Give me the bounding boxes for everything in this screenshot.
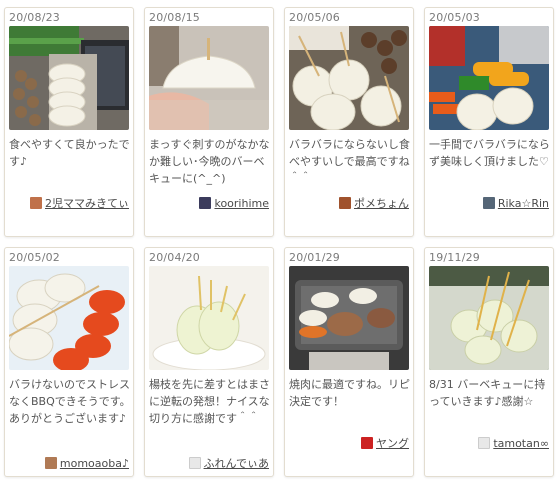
report-comment: まっすぐ刺すのがなかなか難しい･今晩のバーベキューに(^_^) bbox=[149, 138, 270, 185]
user-avatar[interactable] bbox=[361, 437, 373, 449]
report-photo[interactable] bbox=[9, 26, 129, 130]
user-avatar[interactable] bbox=[199, 197, 212, 209]
report-comment: 食べやすくて良かったです♪ bbox=[9, 138, 130, 168]
report-date: 20/05/02 bbox=[9, 251, 61, 264]
report-photo[interactable] bbox=[289, 26, 409, 130]
report-card[interactable]: 20/04/20 楊枝を先に差すとはまさに逆転の発想！ナイスな切り方に感謝です＾… bbox=[144, 247, 274, 477]
report-comment: 焼肉に最適ですね。リピ決定です！ bbox=[289, 378, 410, 408]
report-photo[interactable] bbox=[149, 26, 269, 130]
report-card[interactable]: 20/05/03 一手間でバラバラにならず美味しく頂けました♡ Rika☆Rin bbox=[424, 7, 554, 237]
report-author[interactable]: ふれんでぃあ bbox=[188, 455, 269, 471]
report-author[interactable]: 2児ママみきてぃ bbox=[30, 196, 129, 210]
report-comment: バラけないのでストレスなくBBQできそうです。ありがとうございます♪ bbox=[9, 378, 131, 425]
report-author[interactable]: tamotan∞ bbox=[478, 436, 549, 450]
user-avatar[interactable] bbox=[482, 197, 495, 209]
report-comment: 楊枝を先に差すとはまさに逆転の発想！ナイスな切り方に感謝です＾＾ bbox=[149, 378, 270, 425]
report-photo[interactable] bbox=[149, 266, 269, 370]
report-author[interactable]: Rika☆Rin bbox=[482, 196, 549, 210]
report-card[interactable]: 20/05/02 バラけないのでストレスなくBBQできそうです。ありがとうござい… bbox=[4, 247, 134, 477]
report-card[interactable]: 20/01/29 焼肉に最適ですね。リピ決定です！ ヤング bbox=[284, 247, 414, 477]
user-name-link[interactable]: momoaoba♪ bbox=[60, 457, 129, 470]
report-photo[interactable] bbox=[429, 26, 549, 130]
report-author[interactable]: ポメちょん bbox=[339, 196, 409, 210]
user-name-link[interactable]: Rika☆Rin bbox=[498, 197, 549, 210]
report-photo[interactable] bbox=[429, 266, 549, 370]
report-author[interactable]: momoaoba♪ bbox=[44, 456, 129, 470]
report-card[interactable]: 20/08/23 食べやすくて良かったです♪ 2児ママみきてぃ bbox=[4, 7, 134, 237]
report-date: 20/05/03 bbox=[429, 11, 481, 24]
report-date: 20/08/15 bbox=[149, 11, 201, 24]
user-name-link[interactable]: koorihime bbox=[214, 197, 269, 210]
report-author[interactable]: ヤング bbox=[361, 436, 409, 450]
report-photo[interactable] bbox=[289, 266, 409, 370]
report-card[interactable]: 19/11/29 8/31 バーベキューに持っていきます♪感謝☆ tamotan… bbox=[424, 247, 554, 477]
user-avatar[interactable] bbox=[188, 457, 201, 469]
user-name-link[interactable]: 2児ママみきてぃ bbox=[45, 195, 129, 211]
report-comment: バラバラにならないし食べやすいしで最高ですね＾＾ bbox=[289, 138, 410, 185]
user-name-link[interactable]: ふれんでぃあ bbox=[204, 455, 269, 471]
report-date: 20/05/06 bbox=[289, 11, 341, 24]
user-name-link[interactable]: tamotan∞ bbox=[493, 437, 549, 450]
report-date: 20/08/23 bbox=[9, 11, 61, 24]
report-comment: 8/31 バーベキューに持っていきます♪感謝☆ bbox=[429, 378, 546, 408]
report-date: 20/04/20 bbox=[149, 251, 201, 264]
user-name-link[interactable]: ポメちょん bbox=[354, 195, 409, 211]
user-avatar[interactable] bbox=[44, 457, 57, 469]
report-photo[interactable] bbox=[9, 266, 129, 370]
report-card[interactable]: 20/05/06 バラバラにならないし食べやすいしで最高ですね＾＾ ポメちょん bbox=[284, 7, 414, 237]
report-comment: 一手間でバラバラにならず美味しく頂けました♡ bbox=[429, 138, 550, 168]
report-author[interactable]: koorihime bbox=[199, 196, 269, 210]
report-date: 19/11/29 bbox=[429, 251, 481, 264]
user-avatar[interactable] bbox=[478, 437, 491, 449]
report-date: 20/01/29 bbox=[289, 251, 341, 264]
report-card[interactable]: 20/08/15 まっすぐ刺すのがなかなか難しい･今晩のバーベキューに(^_^)… bbox=[144, 7, 274, 237]
user-avatar[interactable] bbox=[339, 197, 351, 209]
user-avatar[interactable] bbox=[30, 197, 42, 209]
user-name-link[interactable]: ヤング bbox=[376, 435, 409, 451]
